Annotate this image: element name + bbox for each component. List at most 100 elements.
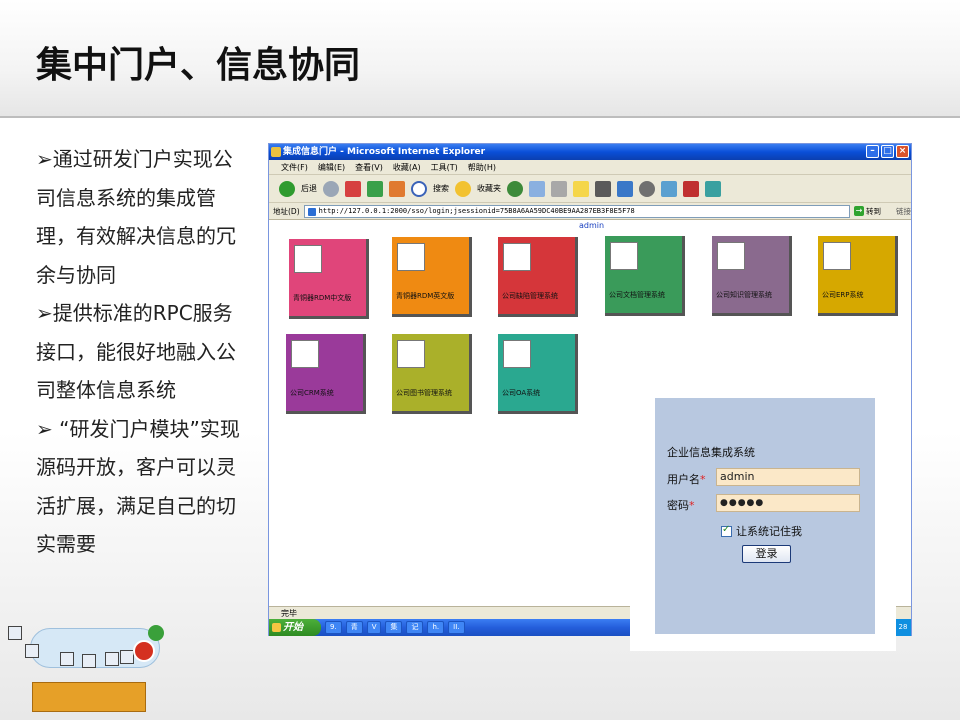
taskbar-item[interactable]: 集 xyxy=(385,621,403,634)
username-input[interactable]: admin xyxy=(716,468,860,486)
menu-edit[interactable]: 编辑(E) xyxy=(318,160,345,174)
tile-rdm-cn[interactable]: 青铜器RDM中文版 xyxy=(289,239,369,319)
node-icon xyxy=(8,626,22,640)
address-input[interactable]: http://127.0.0.1:2000/sso/login;jsession… xyxy=(303,204,850,218)
chart-icon xyxy=(291,340,319,368)
menu-tools[interactable]: 工具(T) xyxy=(431,160,458,174)
tile-oa[interactable]: 公司OA系统 xyxy=(498,334,578,414)
tile-knowledge[interactable]: 公司知识管理系统 xyxy=(712,236,792,316)
refresh-icon[interactable] xyxy=(367,180,383,197)
username-label: 用户名* xyxy=(667,471,706,487)
menu-bar: 文件(F) 编辑(E) 查看(V) 收藏(A) 工具(T) 帮助(H) xyxy=(269,160,911,175)
node-icon xyxy=(60,652,74,666)
tile-label: 公司知识管理系统 xyxy=(716,291,772,299)
messenger-icon[interactable] xyxy=(617,180,633,197)
favorites-button[interactable]: 收藏夹 xyxy=(477,183,501,194)
process-box xyxy=(32,682,146,712)
home-icon[interactable] xyxy=(389,180,405,197)
globe-user-icon xyxy=(823,242,851,270)
bullet-item: ➢通过研发门户实现公司信息系统的集成管理，有效解决信息的冗余与协同 xyxy=(36,147,236,287)
books-icon xyxy=(294,245,322,273)
star-icon[interactable] xyxy=(455,180,471,197)
mail-icon[interactable] xyxy=(529,180,545,197)
print-icon[interactable] xyxy=(551,180,567,197)
login-panel: 企业信息集成系统 用户名* admin 密码* ●●●●● 让系统记住我 登录 xyxy=(655,398,875,634)
go-label: 转到 xyxy=(866,206,881,216)
back-button[interactable]: 后退 xyxy=(301,183,317,194)
palette-icon xyxy=(397,243,425,271)
leaf-icon xyxy=(148,625,164,641)
search-icon[interactable] xyxy=(411,180,427,197)
login-button[interactable]: 登录 xyxy=(742,545,791,563)
remember-checkbox[interactable] xyxy=(721,524,732,537)
tile-library[interactable]: 公司图书管理系统 xyxy=(392,334,472,414)
document-user-icon xyxy=(717,242,745,270)
shapes-icon xyxy=(503,243,531,271)
address-bar: 地址(D) http://127.0.0.1:2000/sso/login;js… xyxy=(269,203,911,220)
go-arrow-icon: → xyxy=(854,206,864,216)
plugin-icon[interactable] xyxy=(705,180,721,197)
start-button[interactable]: 开始 xyxy=(269,619,321,636)
folder-icon xyxy=(610,242,638,270)
minimize-icon[interactable]: – xyxy=(866,145,879,158)
admin-link[interactable]: admin xyxy=(579,221,604,230)
menu-help[interactable]: 帮助(H) xyxy=(468,160,496,174)
tool-icon[interactable] xyxy=(683,180,699,197)
taskbar-item[interactable]: 青 xyxy=(345,621,363,634)
taskbar-item[interactable]: 9. xyxy=(325,621,342,634)
bullet-item: ➢提供标准的RPC服务接口，能很好地融入公司整体信息系统 xyxy=(36,301,236,402)
research-icon[interactable] xyxy=(639,180,655,197)
password-label-text: 密码 xyxy=(667,499,689,512)
bullet-item: ➢ “研发门户模块”实现源码开放，客户可以灵活扩展，满足自己的切实需要 xyxy=(36,416,240,557)
node-icon xyxy=(120,650,134,664)
translate-icon[interactable] xyxy=(661,180,677,197)
history-icon[interactable] xyxy=(507,180,523,197)
tile-label: 公司ERP系统 xyxy=(822,291,864,299)
tile-label: 公司缺陷管理系统 xyxy=(502,292,558,300)
product-thumbnail xyxy=(0,620,175,720)
bullet-list: ➢通过研发门户实现公司信息系统的集成管理，有效解决信息的冗余与协同 ➢提供标准的… xyxy=(36,140,241,564)
links-label[interactable]: 链接 xyxy=(896,206,911,217)
password-input[interactable]: ●●●●● xyxy=(716,494,860,512)
go-button[interactable]: → 转到 xyxy=(854,205,892,218)
taskbar-item[interactable]: V xyxy=(366,621,382,634)
address-label: 地址(D) xyxy=(273,206,300,216)
taskbar-item[interactable]: II. xyxy=(448,621,465,634)
toolbar: 后退 搜索 收藏夹 xyxy=(269,175,911,203)
edit-icon[interactable] xyxy=(573,180,589,197)
taskbar-item[interactable]: 记 xyxy=(406,621,424,634)
close-icon[interactable]: × xyxy=(896,145,909,158)
tile-erp[interactable]: 公司ERP系统 xyxy=(818,236,898,316)
folder-icon xyxy=(397,340,425,368)
taskbar-item[interactable]: h. xyxy=(427,621,445,634)
menu-file[interactable]: 文件(F) xyxy=(281,160,308,174)
menu-view[interactable]: 查看(V) xyxy=(355,160,383,174)
ie-icon xyxy=(271,147,281,157)
password-label: 密码* xyxy=(667,497,695,513)
forward-icon[interactable] xyxy=(323,180,339,197)
back-icon[interactable] xyxy=(279,180,295,197)
tile-crm[interactable]: 公司CRM系统 xyxy=(286,334,366,414)
stop-icon[interactable] xyxy=(345,180,361,197)
folder-icon xyxy=(503,340,531,368)
tile-rdm-en[interactable]: 青铜器RDM英文版 xyxy=(392,237,472,317)
tray-clock: 28 xyxy=(895,619,911,636)
login-title: 企业信息集成系统 xyxy=(667,446,755,459)
node-icon xyxy=(105,652,119,666)
tile-defect[interactable]: 公司缺陷管理系统 xyxy=(498,237,578,317)
remember-label: 让系统记住我 xyxy=(736,525,802,538)
title-band: 集中门户、信息协同 xyxy=(0,0,960,118)
remember-me[interactable]: 让系统记住我 xyxy=(721,523,802,539)
slide-title: 集中门户、信息协同 xyxy=(36,45,361,86)
menu-favorites[interactable]: 收藏(A) xyxy=(393,160,421,174)
node-icon xyxy=(25,644,39,658)
tile-label: 公司OA系统 xyxy=(502,389,541,397)
tile-document[interactable]: 公司文档管理系统 xyxy=(605,236,685,316)
tile-label: 公司CRM系统 xyxy=(290,389,334,397)
required-mark: * xyxy=(700,473,706,486)
tile-label: 公司图书管理系统 xyxy=(396,389,452,397)
maximize-icon[interactable]: □ xyxy=(881,145,894,158)
search-button[interactable]: 搜索 xyxy=(433,183,449,194)
tile-label: 公司文档管理系统 xyxy=(609,291,665,299)
discuss-icon[interactable] xyxy=(595,180,611,197)
